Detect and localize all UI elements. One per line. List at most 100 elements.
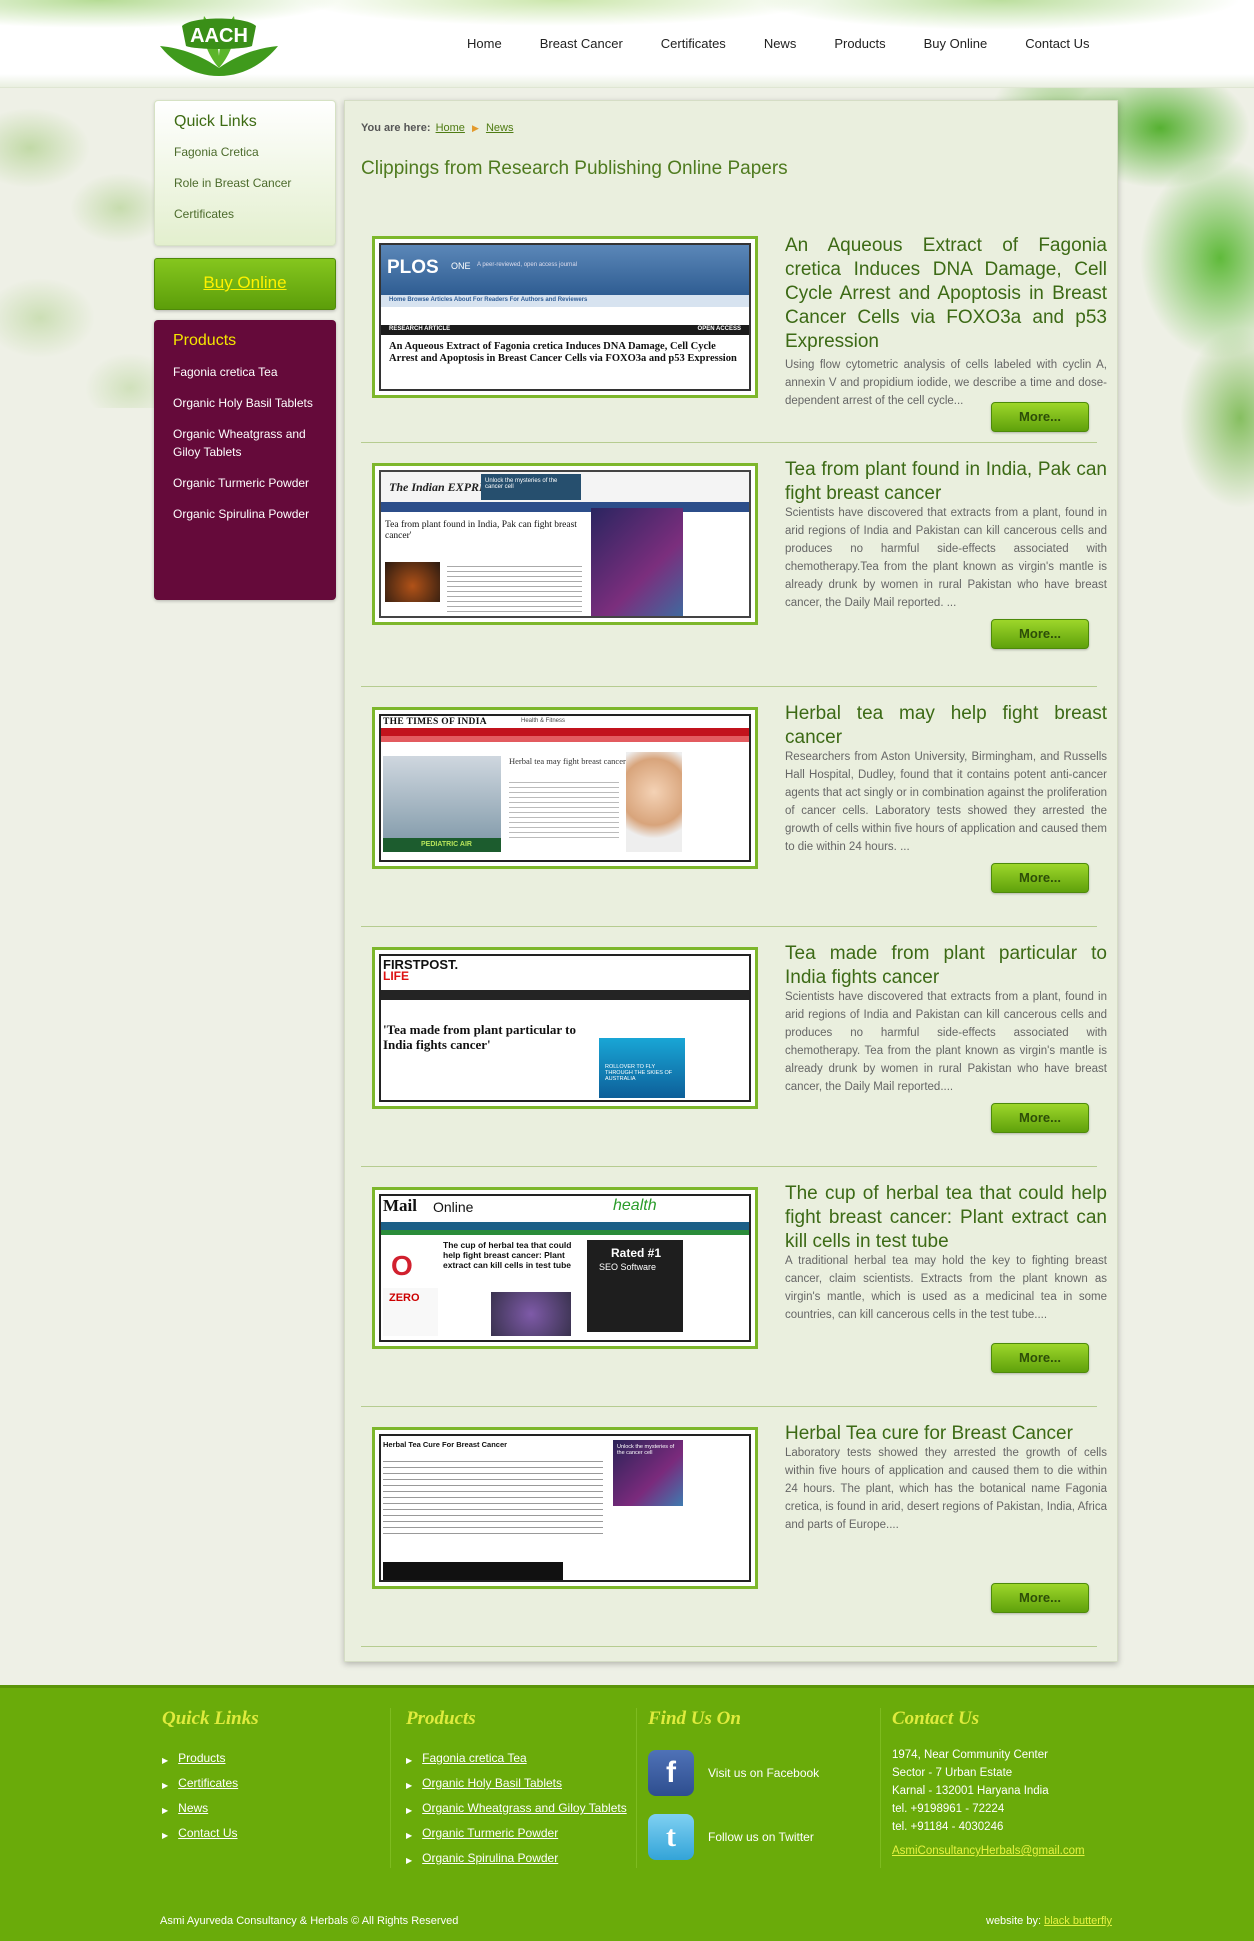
products-title: Products bbox=[173, 332, 237, 349]
quick-link-role-in-breast-cancer[interactable]: Role in Breast Cancer bbox=[174, 176, 316, 190]
credit-label: website by: bbox=[986, 1915, 1042, 1927]
footer-divider bbox=[880, 1708, 881, 1868]
article-title[interactable]: Herbal tea may help fight breast cancer bbox=[785, 702, 1107, 750]
footer-product-spirulina[interactable]: Organic Spirulina Powder bbox=[422, 1850, 558, 1866]
more-button[interactable]: More... bbox=[991, 1103, 1089, 1133]
bullet-arrow-icon: ▶ bbox=[162, 1756, 169, 1765]
product-link-holy-basil[interactable]: Organic Holy Basil Tablets bbox=[173, 394, 317, 412]
clip-firstpost-ad: ROLLOVER TO FLY THROUGH THE SKIES OF AUS… bbox=[605, 1064, 673, 1082]
breadcrumb-news[interactable]: News bbox=[486, 122, 514, 134]
footer-divider bbox=[390, 1708, 391, 1868]
footer-divider bbox=[636, 1708, 637, 1868]
footer-product-holy-basil[interactable]: Organic Holy Basil Tablets bbox=[422, 1775, 562, 1791]
article: PLOS ONE A peer-reviewed, open access jo… bbox=[361, 219, 1107, 443]
clip-mail-health: health bbox=[613, 1197, 657, 1214]
clip-toi-paper: THE TIMES OF INDIA bbox=[383, 717, 487, 727]
footer-contact-title: Contact Us bbox=[892, 1708, 980, 1729]
product-link-spirulina[interactable]: Organic Spirulina Powder bbox=[173, 505, 317, 523]
article-title[interactable]: An Aqueous Extract of Fagonia cretica In… bbox=[785, 234, 1107, 354]
facebook-icon[interactable]: f bbox=[648, 1750, 694, 1796]
more-button[interactable]: More... bbox=[991, 863, 1089, 893]
article-clipping-image[interactable]: Mail Online health O ZERO The cup of her… bbox=[372, 1187, 758, 1349]
footer-link-certificates[interactable]: Certificates bbox=[178, 1775, 238, 1791]
address-line: Karnal - 132001 Haryana India bbox=[892, 1785, 1049, 1797]
footer-product-wheatgrass[interactable]: Organic Wheatgrass and Giloy Tablets bbox=[422, 1800, 627, 1816]
clip-plos-tagline: A peer-reviewed, open access journal bbox=[477, 262, 578, 268]
bullet-arrow-icon: ▶ bbox=[406, 1806, 413, 1815]
address-line: Sector - 7 Urban Estate bbox=[892, 1767, 1013, 1779]
more-button[interactable]: More... bbox=[991, 1583, 1089, 1613]
footer-link-news[interactable]: News bbox=[178, 1800, 208, 1816]
nav-breast-cancer[interactable]: Breast Cancer bbox=[522, 36, 643, 53]
credit: website by: black butterfly bbox=[986, 1915, 1112, 1927]
footer-product-fagonia[interactable]: Fagonia cretica Tea bbox=[422, 1750, 527, 1766]
clip-toi-headline: Herbal tea may fight breast cancer bbox=[509, 756, 626, 766]
footer-products-title: Products bbox=[406, 1708, 476, 1729]
article-title[interactable]: Herbal Tea cure for Breast Cancer bbox=[785, 1422, 1107, 1446]
clip-6-ad: Unlock the mysteries of the cancer cell bbox=[617, 1444, 675, 1456]
email-link[interactable]: AsmiConsultancyHerbals@gmail.com bbox=[892, 1842, 1132, 1860]
article-summary: A traditional herbal tea may hold the ke… bbox=[785, 1255, 1107, 1321]
more-button[interactable]: More... bbox=[991, 619, 1089, 649]
clip-toi-ad: PEDIATRIC AIR bbox=[421, 841, 472, 848]
article-clipping-image[interactable]: The Indian EXPRESS Unlock the mysteries … bbox=[372, 463, 758, 625]
clip-express-ad: Unlock the mysteries of the cancer cell bbox=[485, 478, 558, 490]
footer: Quick Links ▶ Products ▶ Certificates ▶ New… bbox=[0, 1685, 1254, 1941]
clip-mail-ad-rated: Rated #1 bbox=[611, 1246, 662, 1260]
article-clipping-image[interactable]: PLOS ONE A peer-reviewed, open access jo… bbox=[372, 236, 758, 398]
article-title[interactable]: The cup of herbal tea that could help fi… bbox=[785, 1182, 1107, 1254]
facebook-link[interactable]: f Visit us on Facebook bbox=[648, 1750, 868, 1796]
article-clipping-image[interactable]: FIRSTPOST. LIFE 'Tea made from plant par… bbox=[372, 947, 758, 1109]
article-summary: Researchers from Aston University, Birmi… bbox=[785, 751, 1107, 853]
nav-contact-us[interactable]: Contact Us bbox=[1007, 36, 1109, 53]
footer-quick-title: Quick Links bbox=[162, 1708, 259, 1729]
nav-home[interactable]: Home bbox=[450, 36, 522, 53]
breadcrumb-label: You are here: bbox=[361, 122, 431, 134]
twitter-link[interactable]: t Follow us on Twitter bbox=[648, 1814, 868, 1860]
nav-products[interactable]: Products bbox=[816, 36, 905, 53]
twitter-label[interactable]: Follow us on Twitter bbox=[708, 1830, 814, 1844]
article: The Indian EXPRESS Unlock the mysteries … bbox=[361, 443, 1107, 687]
quick-link-fagonia-cretica[interactable]: Fagonia Cretica bbox=[174, 145, 316, 159]
footer-find-title: Find Us On bbox=[648, 1708, 741, 1729]
clip-6-headline: Herbal Tea Cure For Breast Cancer bbox=[383, 1440, 508, 1449]
article-summary: Scientists have discovered that extracts… bbox=[785, 991, 1107, 1093]
breadcrumb-home[interactable]: Home bbox=[436, 122, 465, 134]
product-link-turmeric[interactable]: Organic Turmeric Powder bbox=[173, 474, 317, 492]
main-content: You are here: Home ▶ News Clippings from… bbox=[344, 100, 1118, 1662]
article: THE TIMES OF INDIA Health & Fitness Herb… bbox=[361, 687, 1107, 927]
bullet-arrow-icon: ▶ bbox=[162, 1781, 169, 1790]
footer-link-products[interactable]: Products bbox=[178, 1750, 225, 1766]
article-clipping-image[interactable]: Herbal Tea Cure For Breast Cancer Unlock… bbox=[372, 1427, 758, 1589]
clip-mail-ad-seo: SEO Software bbox=[599, 1262, 657, 1272]
quick-link-certificates[interactable]: Certificates bbox=[174, 207, 316, 221]
twitter-icon[interactable]: t bbox=[648, 1814, 694, 1860]
product-link-wheatgrass-giloy[interactable]: Organic Wheatgrass and Giloy Tablets bbox=[173, 425, 317, 461]
buy-online-button[interactable]: Buy Online bbox=[154, 258, 336, 310]
more-button[interactable]: More... bbox=[991, 1343, 1089, 1373]
clip-mail-paper: Mail bbox=[383, 1196, 417, 1215]
nav-certificates[interactable]: Certificates bbox=[643, 36, 746, 53]
product-link-fagonia-tea[interactable]: Fagonia cretica Tea bbox=[173, 363, 317, 381]
phone-line: tel. +9198961 - 72224 bbox=[892, 1803, 1005, 1815]
footer-link-contact[interactable]: Contact Us bbox=[178, 1825, 237, 1841]
nav-buy-online[interactable]: Buy Online bbox=[906, 36, 1008, 53]
logo[interactable]: AACH bbox=[152, 6, 286, 82]
article-title[interactable]: Tea made from plant particular to India … bbox=[785, 942, 1107, 990]
facebook-label[interactable]: Visit us on Facebook bbox=[708, 1766, 819, 1780]
bullet-arrow-icon: ▶ bbox=[162, 1806, 169, 1815]
article-clipping-image[interactable]: THE TIMES OF INDIA Health & Fitness Herb… bbox=[372, 707, 758, 869]
credit-link[interactable]: black butterfly bbox=[1044, 1915, 1112, 1927]
clip-plos-one: ONE bbox=[451, 261, 471, 271]
footer-product-turmeric[interactable]: Organic Turmeric Powder bbox=[422, 1825, 558, 1841]
footer-quick-links: Quick Links ▶ Products ▶ Certificates ▶ New… bbox=[162, 1708, 362, 1850]
article-title[interactable]: Tea from plant found in India, Pak can f… bbox=[785, 458, 1107, 506]
article: Herbal Tea Cure For Breast Cancer Unlock… bbox=[361, 1407, 1107, 1647]
more-button[interactable]: More... bbox=[991, 402, 1089, 432]
footer-bottom: Asmi Ayurveda Consultancy & Herbals © Al… bbox=[0, 1903, 1254, 1941]
article-summary: Scientists have discovered that extracts… bbox=[785, 507, 1107, 609]
clip-plos-nav: Home Browse Articles About For Readers F… bbox=[389, 297, 588, 303]
footer-find-us: Find Us On f Visit us on Facebook t Foll… bbox=[648, 1708, 868, 1878]
clip-express-headline: Tea from plant found in India, Pak can f… bbox=[385, 520, 577, 541]
nav-news[interactable]: News bbox=[746, 36, 817, 53]
